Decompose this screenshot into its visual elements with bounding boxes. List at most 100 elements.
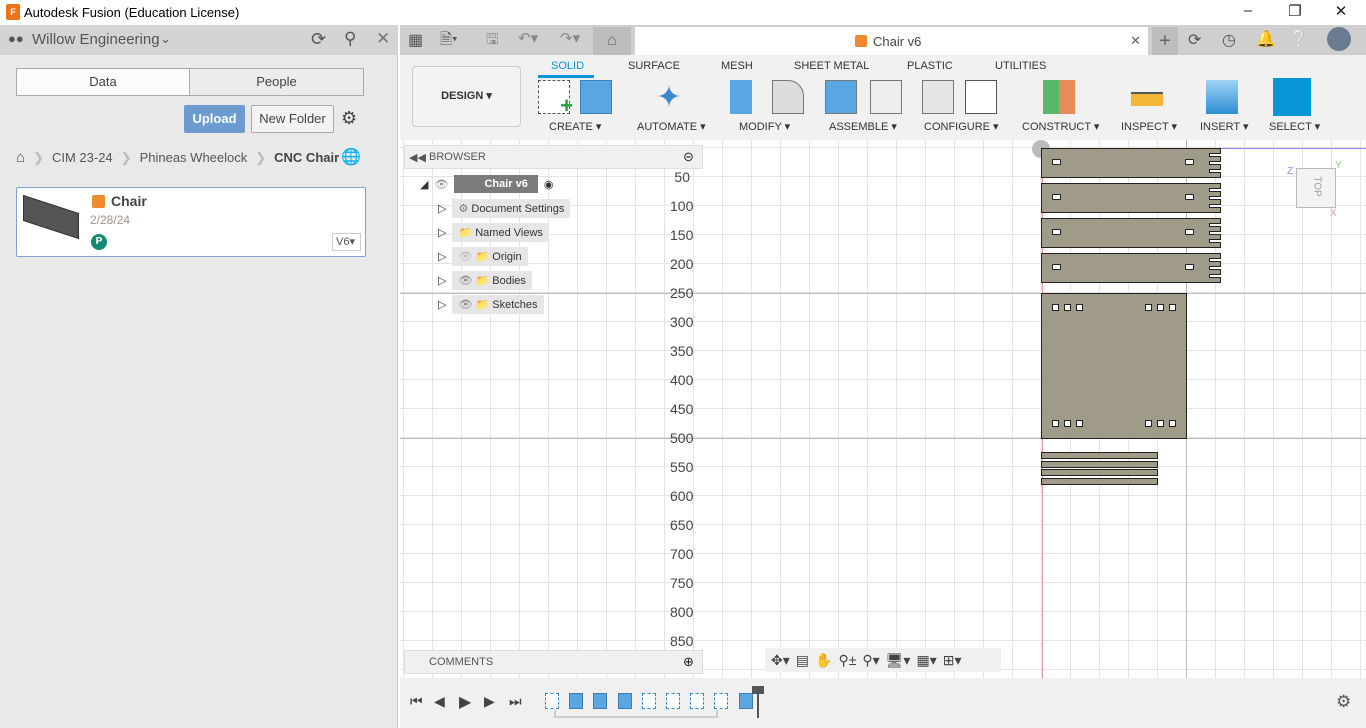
redo-icon[interactable]: ↷▾ — [560, 29, 580, 47]
new-component-icon[interactable] — [825, 80, 857, 114]
collapse-browser-icon[interactable]: ◀◀ — [409, 151, 426, 164]
assemble-menu[interactable]: ASSEMBLE ▾ — [829, 120, 897, 133]
pan-hand-icon[interactable]: ✋ — [815, 652, 832, 669]
maximize-button[interactable]: ❐ — [1280, 2, 1310, 20]
file-icon[interactable]: 🗎▾ — [440, 29, 458, 54]
tab-plastic[interactable]: PLASTIC — [907, 60, 953, 72]
press-pull-icon[interactable] — [730, 80, 752, 114]
timeline-sketch-icon[interactable] — [714, 693, 729, 709]
job-status-icon[interactable]: ◷ — [1222, 30, 1236, 50]
fillet-icon[interactable] — [772, 80, 804, 114]
tab-utilities[interactable]: UTILITIES — [995, 60, 1046, 72]
gear-icon[interactable]: ⚙ — [341, 108, 357, 129]
add-comment-icon[interactable]: ⊕ — [683, 654, 694, 670]
create-menu[interactable]: CREATE ▾ — [549, 120, 601, 133]
grid-settings-icon[interactable]: ▦▾ — [916, 652, 936, 669]
close-tab-icon[interactable]: ✕ — [1130, 33, 1141, 49]
extrude-icon[interactable] — [580, 80, 612, 114]
hidden-eye-icon[interactable]: 👁 — [458, 251, 472, 263]
refresh-icon[interactable]: ⟳ — [311, 29, 326, 50]
step-forward-icon[interactable]: ▶ — [484, 693, 495, 710]
configuration-table-icon[interactable] — [965, 80, 997, 114]
tab-mesh[interactable]: MESH — [721, 60, 753, 72]
browser-node-label[interactable]: ⚙ Document Settings — [452, 198, 571, 218]
orbit-icon[interactable]: ✥▾ — [771, 652, 790, 669]
inspect-menu[interactable]: INSPECT ▾ — [1121, 120, 1177, 133]
breadcrumb-item[interactable]: CIM 23-24 — [52, 150, 113, 165]
breadcrumb-item[interactable]: Phineas Wheelock — [140, 150, 248, 165]
browser-node[interactable]: ▷ ⚙ Document Settings — [438, 198, 571, 218]
measure-icon[interactable] — [1131, 92, 1163, 106]
user-avatar[interactable] — [1327, 27, 1351, 51]
visibility-eye-icon[interactable]: 👁 — [458, 299, 472, 311]
new-tab-button[interactable]: + — [1152, 27, 1178, 55]
tab-sheet-metal[interactable]: SHEET METAL — [794, 60, 869, 72]
expand-triangle-icon[interactable]: ▷ — [438, 226, 446, 239]
display-settings-icon[interactable]: 🖥▾ — [886, 652, 911, 669]
timeline-extrude-icon[interactable] — [738, 693, 753, 709]
timeline-extrude-icon[interactable] — [593, 693, 608, 709]
globe-icon[interactable]: 🌐 — [341, 147, 361, 167]
timeline-sketch-icon[interactable] — [690, 693, 705, 709]
apps-grid-icon[interactable]: ▦ — [408, 30, 423, 50]
version-dropdown[interactable]: V6▾ — [332, 233, 361, 251]
browser-node[interactable]: ▷ 📁 Named Views — [438, 222, 549, 242]
create-sketch-icon[interactable]: + — [538, 80, 573, 118]
insert-image-icon[interactable] — [1206, 80, 1238, 114]
expand-triangle-icon[interactable]: ▷ — [438, 250, 446, 263]
upload-button[interactable]: Upload — [184, 105, 245, 133]
zoom-icon[interactable]: ⚲± — [838, 652, 856, 669]
home-tab[interactable]: ⌂ — [593, 27, 631, 55]
expand-triangle-icon[interactable]: ▷ — [438, 274, 446, 287]
expand-triangle-icon[interactable]: ◢ — [420, 178, 428, 191]
help-icon[interactable]: ❔ — [1289, 29, 1309, 49]
play-icon[interactable]: ▶ — [459, 692, 471, 712]
browser-node[interactable]: ▷ 👁 📁 Origin — [438, 246, 528, 266]
notifications-icon[interactable]: 🔔 — [1256, 29, 1276, 49]
document-tab[interactable]: Chair v6 ✕ — [635, 27, 1148, 55]
browser-node[interactable]: ▷ 👁 📁 Sketches — [438, 294, 544, 314]
extensions-icon[interactable]: ⟳ — [1188, 30, 1201, 50]
browser-root[interactable]: ◢ 👁 Chair v6 ◉ — [420, 174, 553, 194]
file-card-chair[interactable]: Chair 2/28/24 P V6▾ — [16, 187, 366, 257]
expand-triangle-icon[interactable]: ▷ — [438, 298, 446, 311]
tab-surface[interactable]: SURFACE — [628, 60, 680, 72]
joint-icon[interactable] — [870, 80, 902, 114]
new-folder-button[interactable]: New Folder — [251, 105, 334, 133]
close-window-button[interactable]: ✕ — [1326, 2, 1356, 20]
automate-icon[interactable]: ✦ — [653, 80, 685, 114]
timeline-extrude-icon[interactable] — [569, 693, 584, 709]
timeline-extrude-icon[interactable] — [617, 693, 632, 709]
go-to-end-icon[interactable]: ⏭ — [509, 693, 522, 710]
workspace-switcher[interactable]: DESIGN ▾ — [412, 66, 521, 127]
root-component-label[interactable]: Chair v6 — [454, 175, 538, 193]
timeline-sketch-icon[interactable] — [666, 693, 680, 709]
save-icon[interactable]: 🖫 — [486, 29, 499, 54]
browser-node-label[interactable]: 📁 Named Views — [452, 222, 549, 242]
browser-node-label[interactable]: 👁 📁 Sketches — [452, 294, 544, 314]
select-menu[interactable]: SELECT ▾ — [1269, 120, 1320, 133]
construct-plane-icon[interactable] — [1043, 80, 1075, 114]
expand-triangle-icon[interactable]: ▷ — [438, 202, 446, 215]
tab-people[interactable]: People — [189, 68, 364, 96]
timeline-settings-icon[interactable]: ⚙ — [1336, 692, 1351, 712]
go-to-start-icon[interactable]: ⏮ — [410, 693, 423, 710]
team-selector[interactable]: Willow Engineering — [32, 31, 160, 48]
viewports-icon[interactable]: ⊞▾ — [943, 652, 962, 669]
browser-minimize-icon[interactable]: ⊝ — [683, 149, 694, 165]
close-panel-icon[interactable]: ✕ — [376, 29, 390, 49]
browser-node[interactable]: ▷ 👁 📁 Bodies — [438, 270, 532, 290]
automate-menu[interactable]: AUTOMATE ▾ — [637, 120, 706, 133]
configure-icon[interactable] — [922, 80, 954, 114]
modify-menu[interactable]: MODIFY ▾ — [739, 120, 790, 133]
viewcube-face[interactable]: TOP — [1312, 176, 1323, 196]
step-back-icon[interactable]: ◀ — [434, 693, 445, 710]
visibility-eye-icon[interactable]: 👁 — [434, 178, 448, 191]
tab-solid[interactable]: SOLID — [551, 60, 584, 72]
minimize-button[interactable]: – — [1233, 2, 1263, 19]
insert-menu[interactable]: INSERT ▾ — [1200, 120, 1249, 133]
activate-radio-icon[interactable]: ◉ — [544, 178, 554, 191]
fit-icon[interactable]: ⚲▾ — [862, 652, 879, 669]
canvas-viewport[interactable]: TOP Z Y X ◀◀ BROWSER ⊝ ◢ 👁 Chair v6 ◉ ▷ … — [400, 140, 1366, 678]
tab-data[interactable]: Data — [16, 68, 190, 96]
